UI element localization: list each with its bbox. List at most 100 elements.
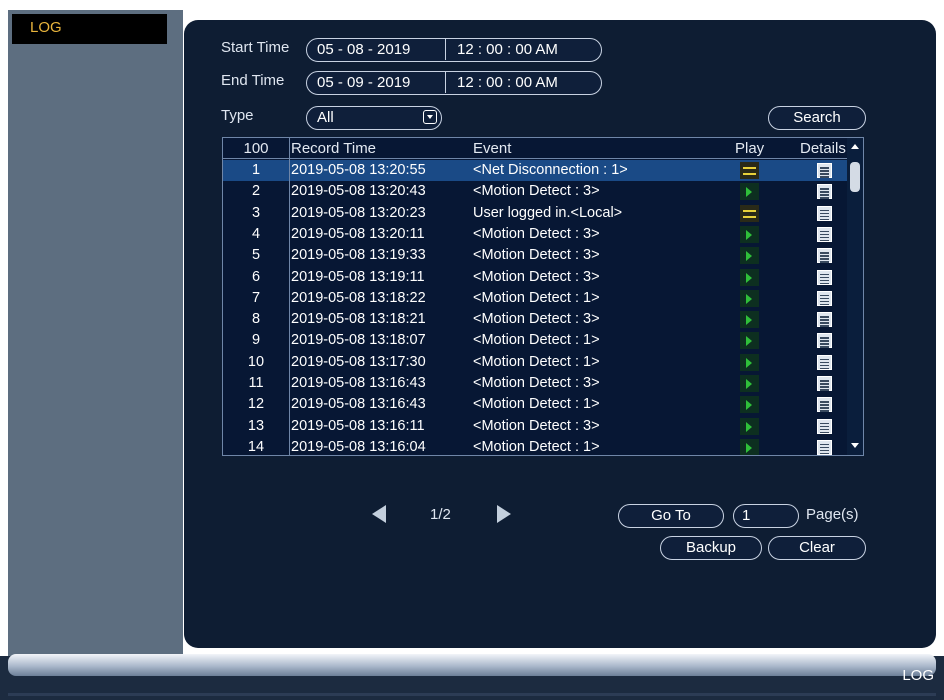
scroll-thumb[interactable]: [850, 162, 860, 192]
row-event: <Motion Detect : 1>: [473, 438, 600, 455]
details-list-icon[interactable]: [817, 354, 832, 370]
play-icon[interactable]: [740, 396, 759, 414]
end-date-value[interactable]: 05 - 09 - 2019: [317, 72, 410, 93]
row-event: <Motion Detect : 3>: [473, 375, 600, 391]
details-list-icon[interactable]: [817, 376, 832, 391]
play-icon[interactable]: [740, 225, 759, 243]
play-icon[interactable]: [740, 375, 759, 392]
table-row[interactable]: 6 2019-05-08 13:19:11 <Motion Detect : 3>: [223, 267, 847, 288]
table-row[interactable]: 13 2019-05-08 13:16:11 <Motion Detect : 3>: [223, 416, 847, 437]
table-row[interactable]: 3 2019-05-08 13:20:23 User logged in.<Loca…: [223, 203, 847, 224]
row-index: 10: [247, 353, 265, 370]
chevron-down-icon: [423, 110, 437, 124]
next-page-icon[interactable]: [497, 505, 511, 523]
row-record-time: 2019-05-08 13:18:07: [291, 332, 426, 349]
row-event: <Motion Detect : 3>: [473, 268, 600, 285]
table-row[interactable]: 2 2019-05-08 13:20:43 <Motion Detect : 3>: [223, 181, 847, 202]
table-row[interactable]: 8 2019-05-08 13:18:21 <Motion Detect : 3>: [223, 309, 847, 330]
start-clock-value[interactable]: 12 : 00 : 00 AM: [457, 39, 558, 60]
end-clock-value[interactable]: 12 : 00 : 00 AM: [457, 72, 558, 93]
details-list-icon[interactable]: [817, 439, 832, 455]
prev-page-icon[interactable]: [372, 505, 386, 523]
play-icon[interactable]: [740, 417, 759, 435]
type-select[interactable]: All: [306, 106, 442, 130]
clear-button[interactable]: Clear: [768, 536, 866, 560]
table-row[interactable]: 1 2019-05-08 13:20:55 <Net Disconnection :…: [223, 160, 847, 181]
row-event: <Motion Detect : 3>: [473, 247, 600, 264]
play-icon[interactable]: [740, 353, 759, 371]
table-row[interactable]: 11 2019-05-08 13:16:43 <Motion Detect : 3>: [223, 373, 847, 394]
page-indicator: 1/2: [430, 506, 451, 523]
play-icon[interactable]: [740, 332, 759, 350]
go-to-button[interactable]: Go To: [618, 504, 724, 528]
row-record-time: 2019-05-08 13:16:11: [291, 417, 425, 434]
play-icon[interactable]: [740, 289, 759, 307]
row-index: 1: [251, 162, 261, 178]
row-record-time: 2019-05-08 13:20:43: [291, 183, 426, 200]
details-list-icon[interactable]: [817, 184, 832, 200]
play-icon[interactable]: [740, 247, 759, 265]
details-list-icon[interactable]: [817, 269, 832, 285]
row-record-time: 2019-05-08 13:16:43: [291, 396, 426, 413]
row-event: <Motion Detect : 3>: [473, 417, 600, 434]
header-record-time[interactable]: Record Time: [291, 140, 376, 157]
column-divider: [289, 138, 290, 455]
details-list-icon[interactable]: [817, 248, 832, 264]
table-row[interactable]: 7 2019-05-08 13:18:22 <Motion Detect : 1>: [223, 288, 847, 309]
play-icon[interactable]: [740, 311, 759, 329]
field-divider: [445, 38, 446, 60]
row-record-time: 2019-05-08 13:19:11: [291, 268, 425, 285]
row-index: 3: [251, 204, 261, 221]
details-list-icon[interactable]: [817, 226, 832, 242]
play-icon[interactable]: [740, 183, 759, 201]
log-table: 100 Record Time Event Play Details 1 2019…: [222, 137, 864, 456]
play-icon[interactable]: [740, 268, 759, 286]
scroll-down-icon[interactable]: [851, 443, 859, 448]
row-index: 6: [251, 268, 261, 285]
play-icon[interactable]: [740, 438, 759, 455]
details-list-icon[interactable]: [817, 290, 832, 306]
scroll-up-icon[interactable]: [851, 144, 859, 149]
row-index: 14: [247, 438, 265, 455]
field-divider: [445, 71, 446, 93]
details-list-icon[interactable]: [817, 333, 832, 349]
table-row[interactable]: 5 2019-05-08 13:19:33 <Motion Detect : 3>: [223, 245, 847, 266]
row-record-time: 2019-05-08 13:20:11: [291, 225, 425, 242]
row-index: 12: [247, 396, 265, 413]
table-header: 100 Record Time Event Play Details: [223, 138, 863, 159]
details-list-icon[interactable]: [817, 163, 832, 178]
header-details: Details: [800, 140, 846, 157]
table-scrollbar[interactable]: [847, 138, 863, 455]
page-number-value[interactable]: 1: [742, 505, 750, 526]
sidebar-item-log[interactable]: LOG: [12, 14, 167, 44]
table-row[interactable]: 14 2019-05-08 13:16:04 <Motion Detect : 1>: [223, 437, 847, 455]
row-record-time: 2019-05-08 13:20:55: [291, 162, 426, 178]
start-date-value[interactable]: 05 - 08 - 2019: [317, 39, 410, 60]
details-list-icon[interactable]: [817, 312, 832, 328]
table-row[interactable]: 9 2019-05-08 13:18:07 <Motion Detect : 1>: [223, 330, 847, 351]
row-event: <Motion Detect : 3>: [473, 183, 600, 200]
end-time-field[interactable]: 05 - 09 - 2019 12 : 00 : 00 AM: [306, 71, 602, 95]
row-event: <Motion Detect : 1>: [473, 332, 600, 349]
type-selected-value: All: [317, 109, 334, 126]
row-record-time: 2019-05-08 13:20:23: [291, 204, 426, 221]
header-count: 100: [243, 140, 269, 157]
details-list-icon[interactable]: [817, 418, 832, 434]
row-index: 5: [251, 247, 261, 264]
table-row[interactable]: 10 2019-05-08 13:17:30 <Motion Detect : 1>: [223, 352, 847, 373]
row-record-time: 2019-05-08 13:19:33: [291, 247, 426, 264]
details-list-icon[interactable]: [817, 205, 832, 221]
details-list-icon[interactable]: [817, 397, 832, 413]
row-record-time: 2019-05-08 13:16:04: [291, 438, 426, 455]
page-number-input[interactable]: 1: [733, 504, 799, 528]
row-record-time: 2019-05-08 13:18:22: [291, 289, 426, 306]
table-row[interactable]: 12 2019-05-08 13:16:43 <Motion Detect : 1>: [223, 394, 847, 415]
row-index: 8: [251, 311, 261, 328]
header-event[interactable]: Event: [473, 140, 511, 157]
search-button[interactable]: Search: [768, 106, 866, 130]
row-index: 4: [251, 225, 261, 242]
backup-button[interactable]: Backup: [660, 536, 762, 560]
row-index: 7: [251, 289, 261, 306]
table-row[interactable]: 4 2019-05-08 13:20:11 <Motion Detect : 3>: [223, 224, 847, 245]
start-time-field[interactable]: 05 - 08 - 2019 12 : 00 : 00 AM: [306, 38, 602, 62]
